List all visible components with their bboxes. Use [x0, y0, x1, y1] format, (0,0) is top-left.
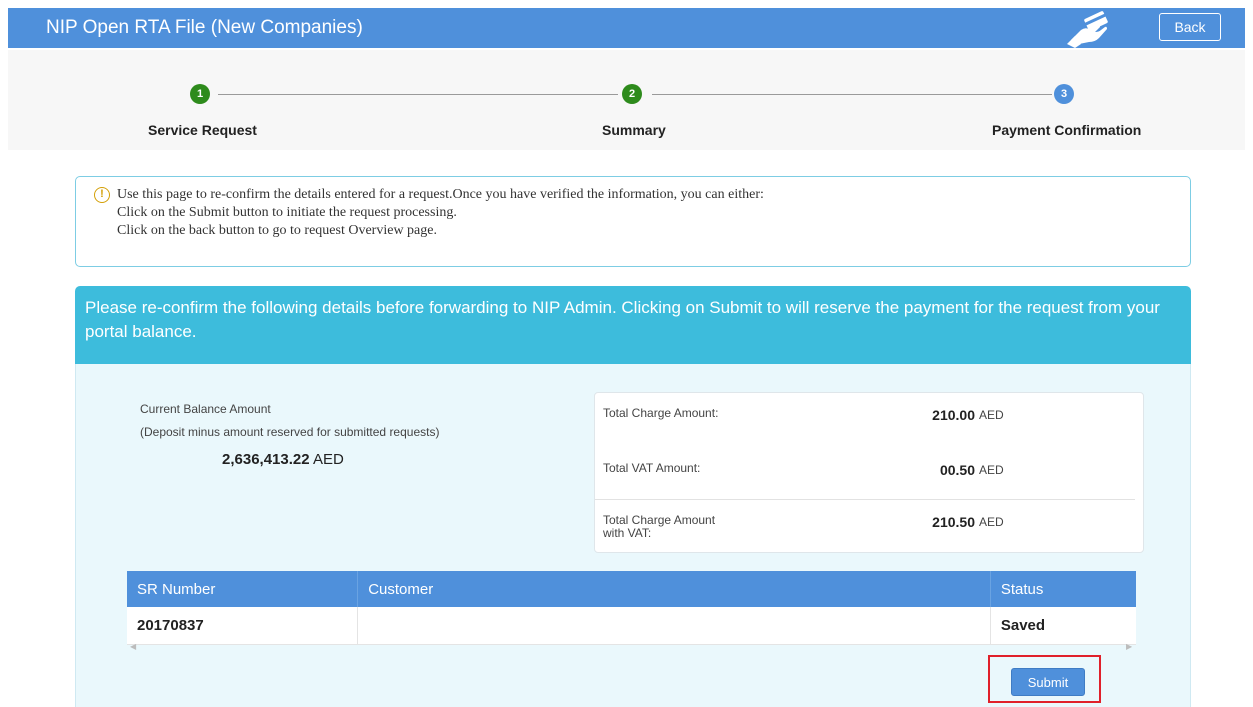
submit-button[interactable]: Submit: [1011, 668, 1085, 696]
balance-label: Current Balance Amount: [140, 402, 271, 416]
charge-summary: Total Charge Amount: 210.00 AED Total VA…: [594, 392, 1144, 553]
customer-cell: [357, 607, 991, 645]
column-header-sr-number[interactable]: SR Number: [127, 571, 359, 607]
total-vat-value: 00.50: [939, 462, 975, 478]
step-1-indicator: 1: [190, 84, 210, 104]
back-button[interactable]: Back: [1159, 13, 1221, 41]
step-1-label: Service Request: [148, 122, 257, 138]
info-message: ! Use this page to re-confirm the detail…: [75, 176, 1191, 267]
progress-stepper: 1 2 3 Service Request Summary Payment Co…: [8, 50, 1245, 150]
balance-sublabel: (Deposit minus amount reserved for submi…: [140, 425, 440, 439]
info-line: Click on the Submit button to initiate t…: [117, 205, 457, 220]
step-connector: [218, 94, 618, 95]
confirmation-banner: Please re-confirm the following details …: [75, 286, 1191, 364]
total-with-vat-label-line2: with VAT:: [603, 526, 652, 540]
column-header-status[interactable]: Status: [990, 571, 1136, 607]
scroll-left-icon[interactable]: ◀: [130, 642, 136, 651]
page-title: NIP Open RTA File (New Companies): [46, 17, 363, 38]
total-charge-value: 210.00: [932, 407, 975, 423]
title-bar: NIP Open RTA File (New Companies) Back: [8, 8, 1245, 48]
total-vat-currency: AED: [979, 463, 1004, 477]
total-vat-label: Total VAT Amount:: [603, 461, 701, 475]
hand-card-icon: [1065, 10, 1121, 48]
total-with-vat-value: 210.50: [932, 514, 975, 530]
summary-divider: [595, 499, 1135, 500]
balance-amount: 2,636,413.22 AED: [222, 451, 344, 468]
total-charge-currency: AED: [979, 408, 1004, 422]
total-charge-label: Total Charge Amount:: [603, 406, 719, 420]
table-row[interactable]: 20170837 Saved: [127, 607, 1136, 645]
info-line: Click on the back button to go to reques…: [117, 223, 437, 238]
step-connector: [652, 94, 1052, 95]
table-header-row: SR Number Customer Status: [127, 571, 1136, 607]
sr-number-cell: 20170837: [127, 607, 359, 645]
confirmation-panel: Current Balance Amount (Deposit minus am…: [75, 364, 1191, 707]
scroll-right-icon[interactable]: ▶: [1126, 642, 1132, 651]
status-cell: Saved: [990, 607, 1136, 645]
step-2-indicator: 2: [622, 84, 642, 104]
step-3-label: Payment Confirmation: [992, 122, 1142, 138]
info-line: Use this page to re-confirm the details …: [117, 187, 764, 202]
balance-value: 2,636,413.22: [222, 451, 310, 468]
sr-table: SR Number Customer Status 20170837 Saved: [127, 571, 1136, 645]
info-icon: !: [94, 187, 110, 203]
balance-currency: AED: [312, 451, 344, 468]
step-3-indicator: 3: [1054, 84, 1074, 104]
total-with-vat-currency: AED: [979, 515, 1004, 529]
submit-highlight: Submit: [988, 655, 1101, 703]
column-header-customer[interactable]: Customer: [357, 571, 991, 607]
step-2-label: Summary: [602, 122, 666, 138]
